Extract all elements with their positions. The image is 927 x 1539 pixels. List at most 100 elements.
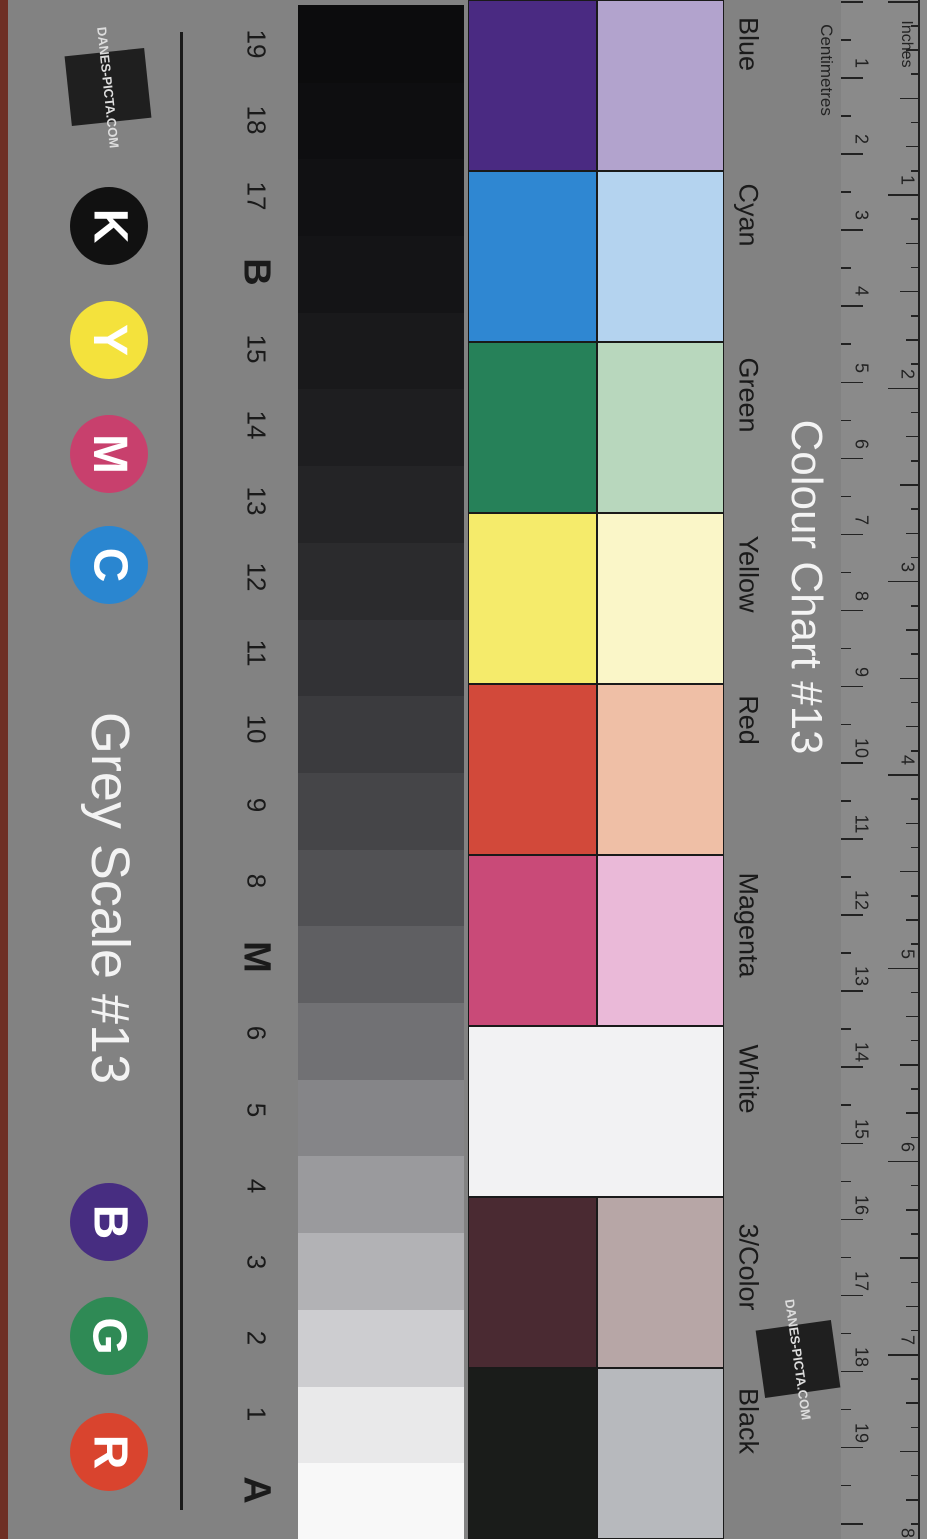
ruler-inch-tick	[911, 1378, 918, 1380]
ruler-inch-tick	[888, 1160, 918, 1163]
ruler-inches-label: Inches	[898, 20, 915, 68]
ruler-inch-tick	[900, 677, 918, 680]
channel-badge-m: M	[70, 415, 148, 493]
ruler-inch-tick	[911, 218, 918, 220]
channel-badge-letter: M	[82, 434, 136, 474]
channel-badge-letter: K	[82, 208, 136, 244]
ruler-inch-tick	[906, 435, 918, 438]
ruler-cm-tick	[841, 39, 851, 41]
ruler-inch-tick	[900, 1450, 918, 1453]
ruler-inch-tick	[906, 1402, 918, 1404]
grey-step	[298, 772, 464, 850]
ruler-cm-tick	[841, 153, 863, 155]
ruler-inch-number: 7	[897, 1335, 918, 1346]
ruler-inch-tick	[888, 387, 918, 390]
ruler-cm-tick	[841, 609, 863, 612]
ruler-cm-tick	[841, 1066, 863, 1068]
colour-patch-tint	[597, 513, 724, 684]
ruler-inch-tick	[900, 870, 918, 873]
ruler-cm-number: 4	[851, 286, 872, 297]
ruler-inch-tick	[906, 822, 918, 825]
ruler-inch-number: 6	[897, 1141, 918, 1152]
grey-scale-label: M	[235, 941, 278, 974]
grey-step	[298, 541, 464, 620]
colour-patch-label: Blue	[733, 16, 764, 72]
colour-patch-solid	[468, 684, 597, 855]
ruler-cm-number: 8	[851, 590, 872, 601]
ruler-cm-number: 11	[851, 814, 872, 834]
ruler-inch-tick	[900, 484, 918, 486]
ruler-cm-tick	[841, 533, 863, 536]
grey-step	[298, 1385, 464, 1464]
grey-scale-label: 9	[241, 797, 272, 813]
colour-patch-label: White	[733, 1043, 764, 1114]
ruler-inch-tick	[906, 919, 918, 921]
ruler-inch-tick	[888, 1, 918, 3]
ruler-cm-tick	[841, 723, 851, 726]
ruler-cm-number: 5	[851, 362, 872, 373]
ruler-inch-tick	[911, 605, 918, 607]
channel-badge-letter: B	[82, 1204, 136, 1240]
colour-patch-label: Green	[733, 356, 764, 433]
ruler-inch-tick	[906, 1499, 918, 1501]
grey-step	[298, 925, 464, 1004]
colour-patch-solid	[468, 513, 597, 684]
grey-scale-label: 6	[241, 1026, 272, 1041]
colour-patch-white	[468, 1026, 724, 1197]
colour-patch-solid	[468, 171, 597, 342]
ruler-cm-tick	[841, 229, 863, 231]
channel-badge-letter: R	[82, 1434, 136, 1470]
ruler-inch-tick	[911, 1184, 918, 1187]
grey-scale-label: 18	[241, 105, 272, 135]
grey-step	[298, 1002, 464, 1080]
ruler-inch-tick	[888, 580, 918, 583]
ruler-cm-number: 12	[851, 890, 872, 911]
ruler-inch-tick	[906, 532, 918, 535]
ruler-inch-tick	[911, 653, 918, 655]
ruler-inch-tick	[888, 774, 918, 776]
colour-patch-tint	[597, 1197, 724, 1368]
ruler-cm-number: 16	[851, 1194, 872, 1215]
colour-patch-tint	[597, 855, 724, 1026]
ruler-inch-tick	[911, 1329, 918, 1332]
colour-patch-solid	[468, 1197, 597, 1368]
grey-scale-label: 4	[241, 1178, 272, 1193]
grey-step	[298, 235, 464, 313]
grey-step	[298, 81, 464, 160]
ruler-inch-tick	[906, 1015, 918, 1018]
grey-scale-label: 19	[241, 29, 272, 59]
ruler-inch-tick	[911, 1523, 918, 1525]
ruler-inch-tick	[906, 725, 918, 728]
ruler-cm-tick	[841, 77, 863, 79]
ruler-inch-tick	[911, 266, 918, 269]
ruler-cm-tick	[841, 647, 851, 650]
colour-patch-solid	[468, 1368, 597, 1539]
ruler-cm-tick	[841, 952, 851, 954]
ruler-inch-number: 5	[897, 948, 918, 959]
grey-step	[298, 388, 464, 467]
colour-patch-tint	[597, 342, 724, 513]
grey-step	[298, 695, 464, 773]
ruler-cm-tick	[841, 267, 851, 269]
grey-scale-label: 8	[241, 873, 272, 889]
ruler-inch-tick	[911, 121, 918, 124]
ruler-inch-tick	[906, 242, 918, 245]
colour-patch-tint	[597, 0, 724, 171]
colour-patch-solid	[468, 0, 597, 171]
channel-badge-letter: G	[83, 1317, 136, 1355]
ruler-inch-tick	[911, 895, 918, 897]
ruler-cm-tick	[841, 381, 863, 383]
ruler-inch-tick	[911, 363, 918, 365]
ruler-cm-tick	[841, 1104, 851, 1106]
danes-picta-logo-small: DANES-PICTA.COM	[755, 1298, 841, 1420]
ruler-cm-tick	[841, 1294, 863, 1297]
ruler-inch-tick	[906, 629, 918, 631]
grey-scale-label: 1	[241, 1406, 272, 1422]
ruler-cm-number: 2	[851, 134, 872, 145]
channel-badge-b: B	[70, 1183, 148, 1261]
ruler-inch-tick	[900, 1257, 918, 1259]
ruler-cm-tick	[841, 838, 863, 840]
colour-patch-tint	[597, 1368, 724, 1539]
colour-patch-label: Black	[733, 1387, 764, 1454]
colour-patch-label: Magenta	[733, 871, 764, 978]
